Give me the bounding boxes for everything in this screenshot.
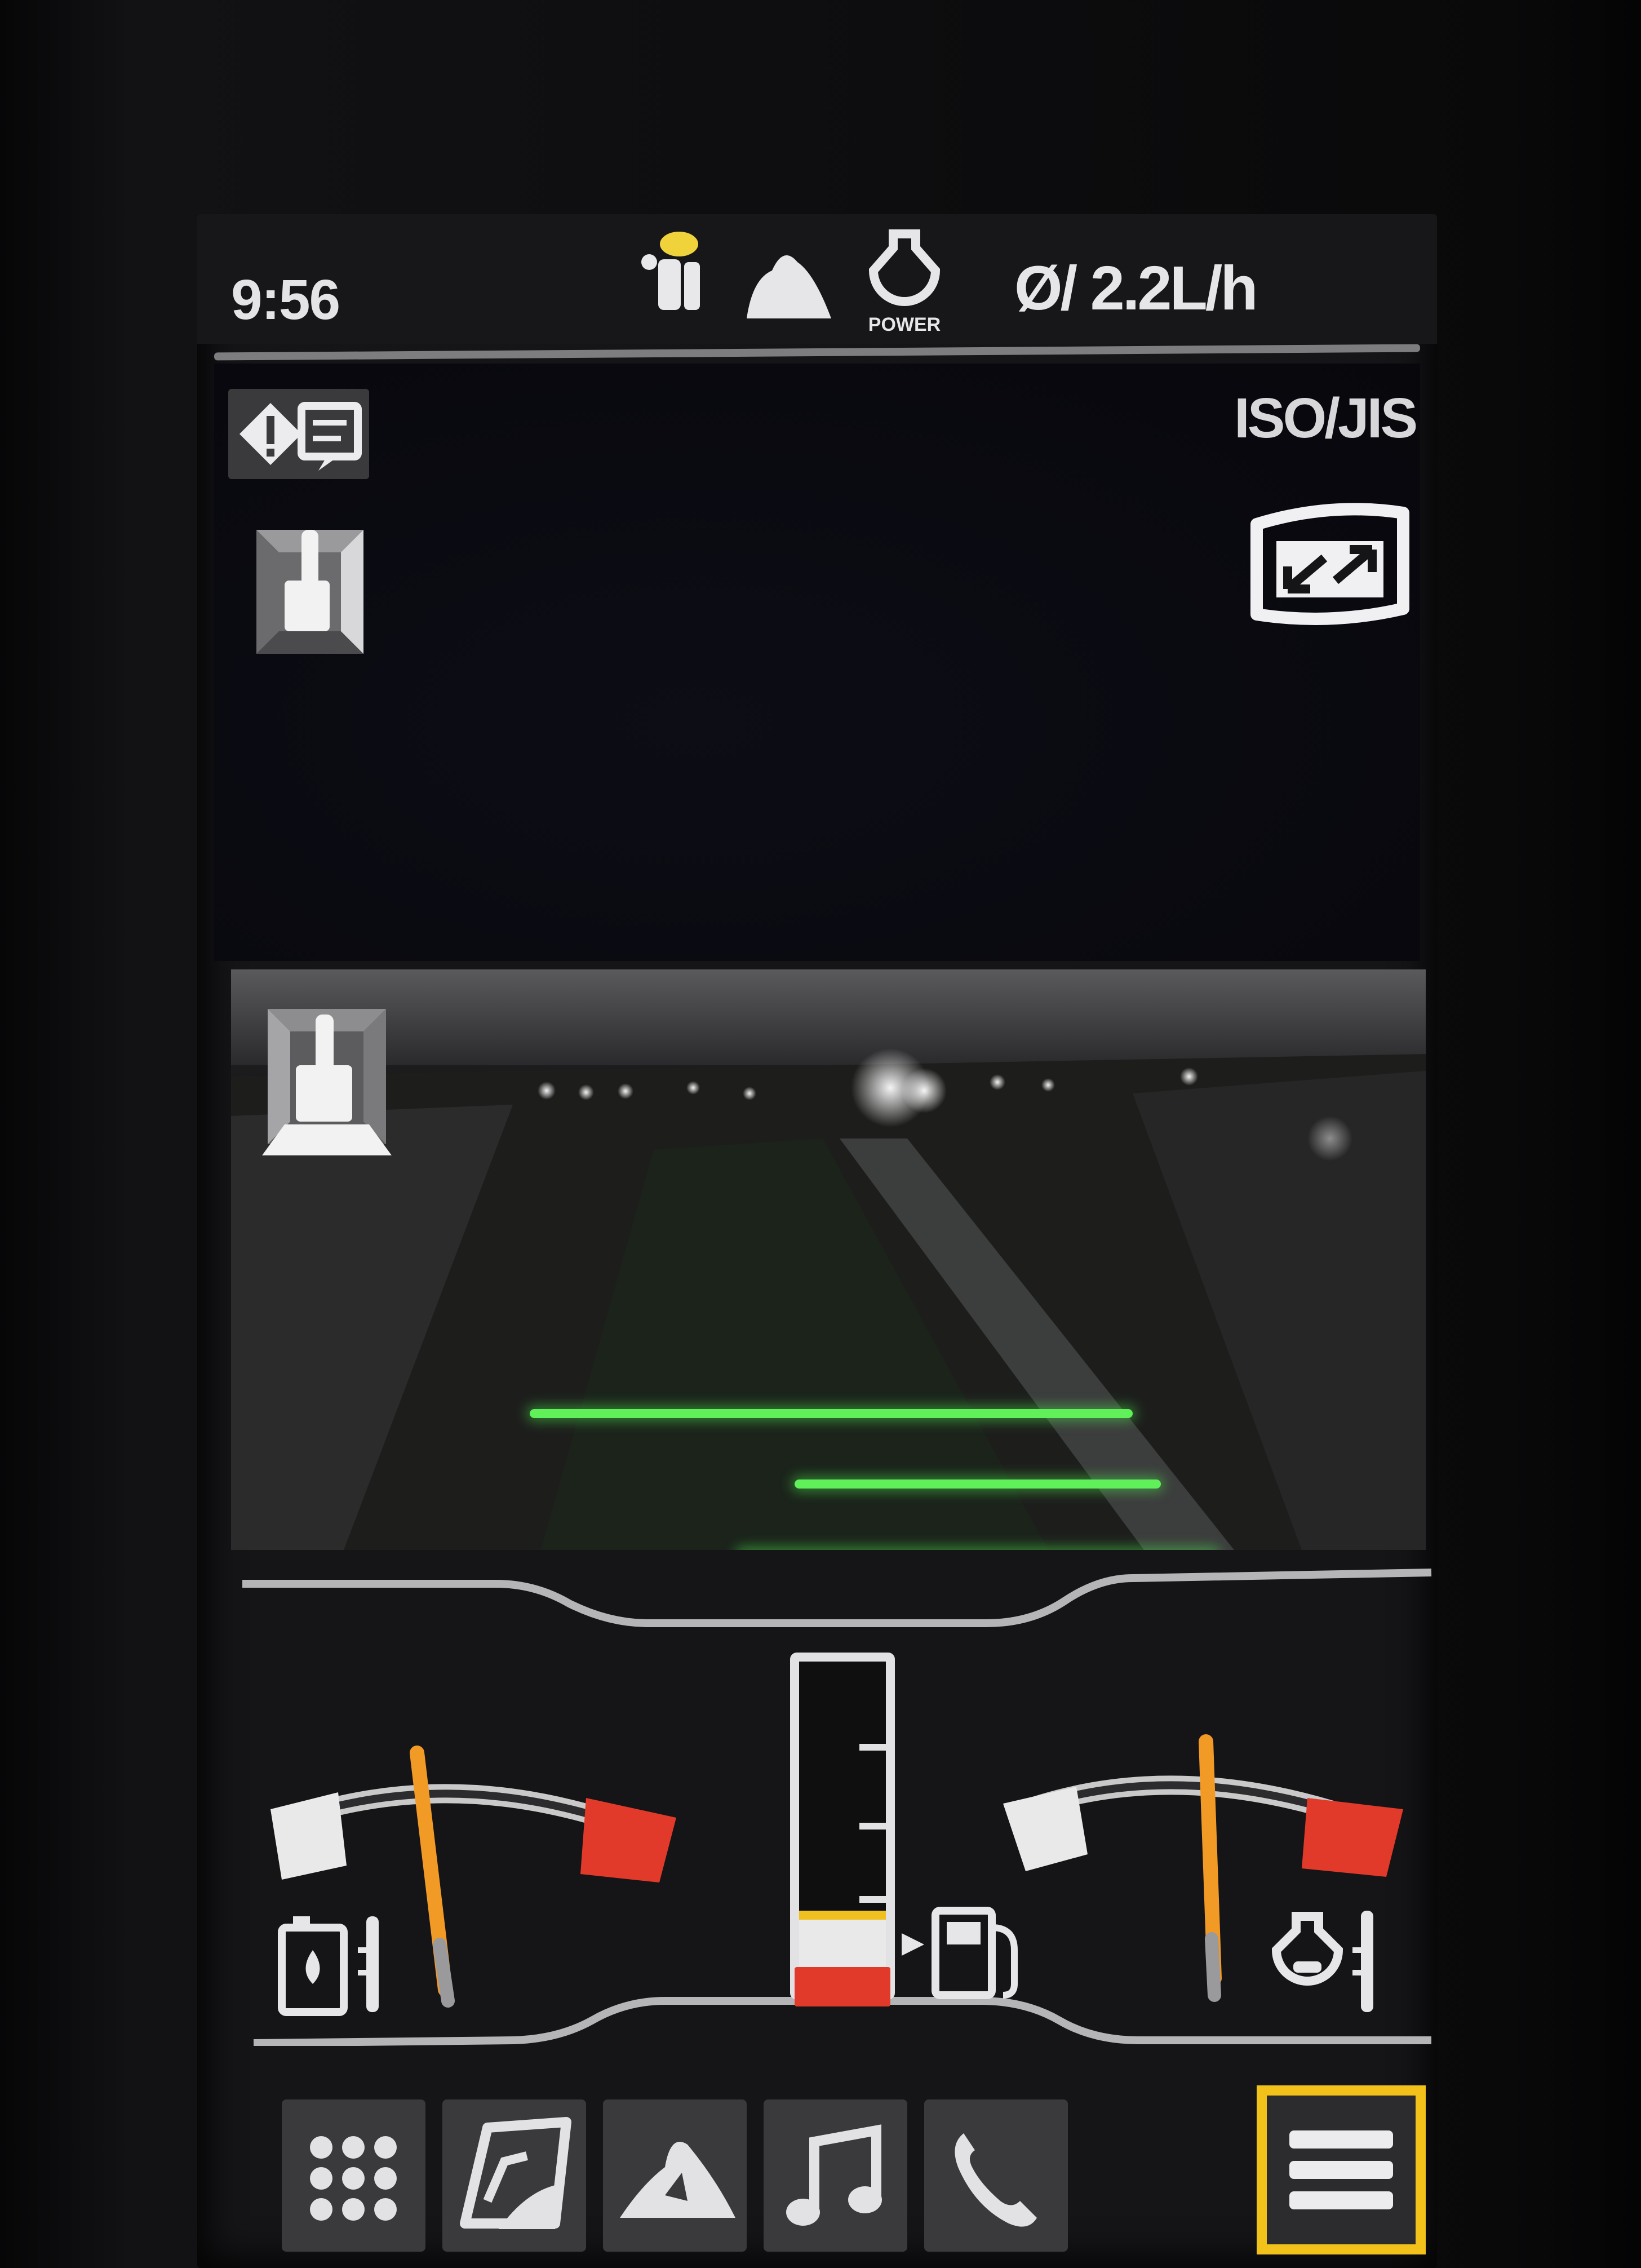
control-pattern-label: ISO/JIS	[1234, 387, 1418, 450]
audio-tab[interactable]	[764, 2099, 907, 2252]
fuel-reserve-zone	[795, 1967, 890, 2006]
menu-tab[interactable]	[1257, 2085, 1426, 2254]
operation-pattern-button[interactable]	[251, 519, 380, 659]
coolant-temperature-gauge	[270, 1746, 676, 2008]
hamburger-menu-icon	[1289, 2130, 1393, 2209]
joystick-rear-icon	[262, 1009, 392, 1155]
coolant-gauge-hot-zone	[580, 1798, 676, 1882]
warning-message-button[interactable]	[228, 389, 369, 479]
coolant-temperature-icon	[278, 1916, 379, 2016]
status-bar: 9:56 POWER Ø/ 2.2L/h	[197, 214, 1437, 344]
operator-worker-icon	[637, 228, 710, 318]
fuel-pump-icon	[902, 1907, 1018, 1999]
gauge-panel	[197, 1550, 1437, 2046]
hydraulic-gauge-cold-zone	[1003, 1787, 1088, 1871]
rear-operation-pattern-button[interactable]	[262, 1003, 392, 1155]
fuel-consumption-rate: Ø/ 2.2L/h	[1014, 254, 1258, 323]
rear-camera-view	[231, 969, 1426, 1550]
grid-icon	[310, 2136, 397, 2221]
warning-message-icon	[240, 402, 362, 471]
power-mode-label: POWER	[868, 314, 941, 335]
ground-dig-icon	[620, 2142, 735, 2218]
guide-line-far	[795, 1479, 1161, 1489]
gauge-panel-graphics	[242, 1569, 1432, 2046]
camera-view-icon	[460, 2117, 571, 2229]
camera-tab[interactable]	[442, 2099, 586, 2252]
ground-dig-icon	[741, 240, 837, 324]
expand-camera-button[interactable]	[1245, 496, 1414, 631]
expand-screen-icon	[1250, 503, 1409, 625]
fuel-level-fill	[799, 1912, 886, 1967]
music-note-icon	[786, 2124, 882, 2226]
work-mode-tab[interactable]	[603, 2099, 747, 2252]
joystick-pattern-icon	[256, 530, 363, 654]
phone-icon	[955, 2133, 1037, 2227]
status-divider	[214, 344, 1421, 361]
hydraulic-oil-temperature-icon	[1271, 1911, 1373, 2012]
clock: 9:56	[231, 268, 340, 331]
hydraulic-oil-temperature-gauge	[1003, 1734, 1403, 2002]
camera-view-top	[214, 364, 1420, 961]
coolant-gauge-cold-zone	[270, 1792, 347, 1880]
hydraulic-gauge-hot-zone	[1302, 1798, 1403, 1877]
rear-camera-image	[231, 969, 1426, 1550]
engine-power-icon: POWER	[854, 228, 955, 335]
fuel-level-gauge	[790, 1653, 895, 2006]
gauge-frame-bottom	[253, 1997, 1431, 2046]
bottom-tab-bar	[197, 2085, 1437, 2266]
gauge-frame-top	[242, 1569, 1432, 1627]
guide-line-near	[530, 1409, 1133, 1418]
phone-tab[interactable]	[924, 2099, 1068, 2252]
machine-monitor-screen: 9:56 POWER Ø/ 2.2L/h ISO/JIS	[197, 214, 1437, 2268]
apps-tab[interactable]	[282, 2099, 425, 2252]
